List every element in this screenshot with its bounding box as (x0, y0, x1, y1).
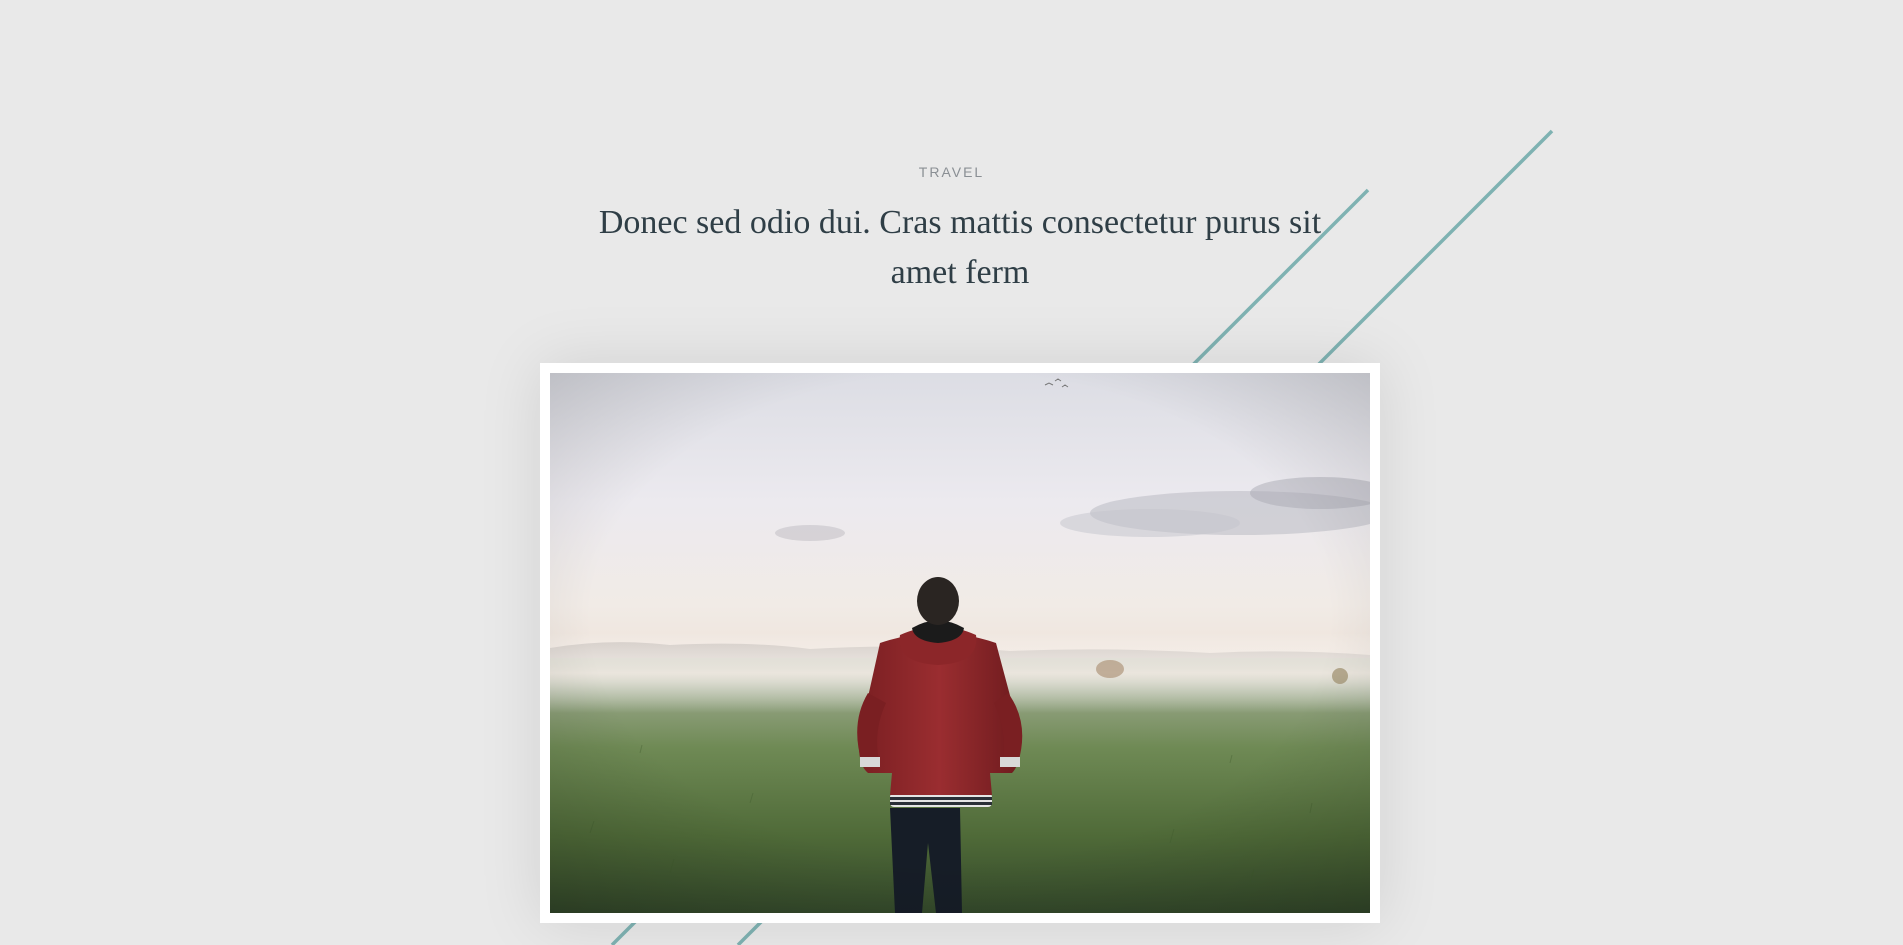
post-category-label[interactable]: TRAVEL (0, 164, 1903, 180)
blog-post-page: TRAVEL Donec sed odio dui. Cras mattis c… (0, 0, 1903, 945)
featured-image[interactable] (550, 373, 1370, 913)
post-title[interactable]: Donec sed odio dui. Cras mattis consecte… (590, 198, 1330, 298)
featured-image-frame[interactable] (540, 363, 1380, 923)
